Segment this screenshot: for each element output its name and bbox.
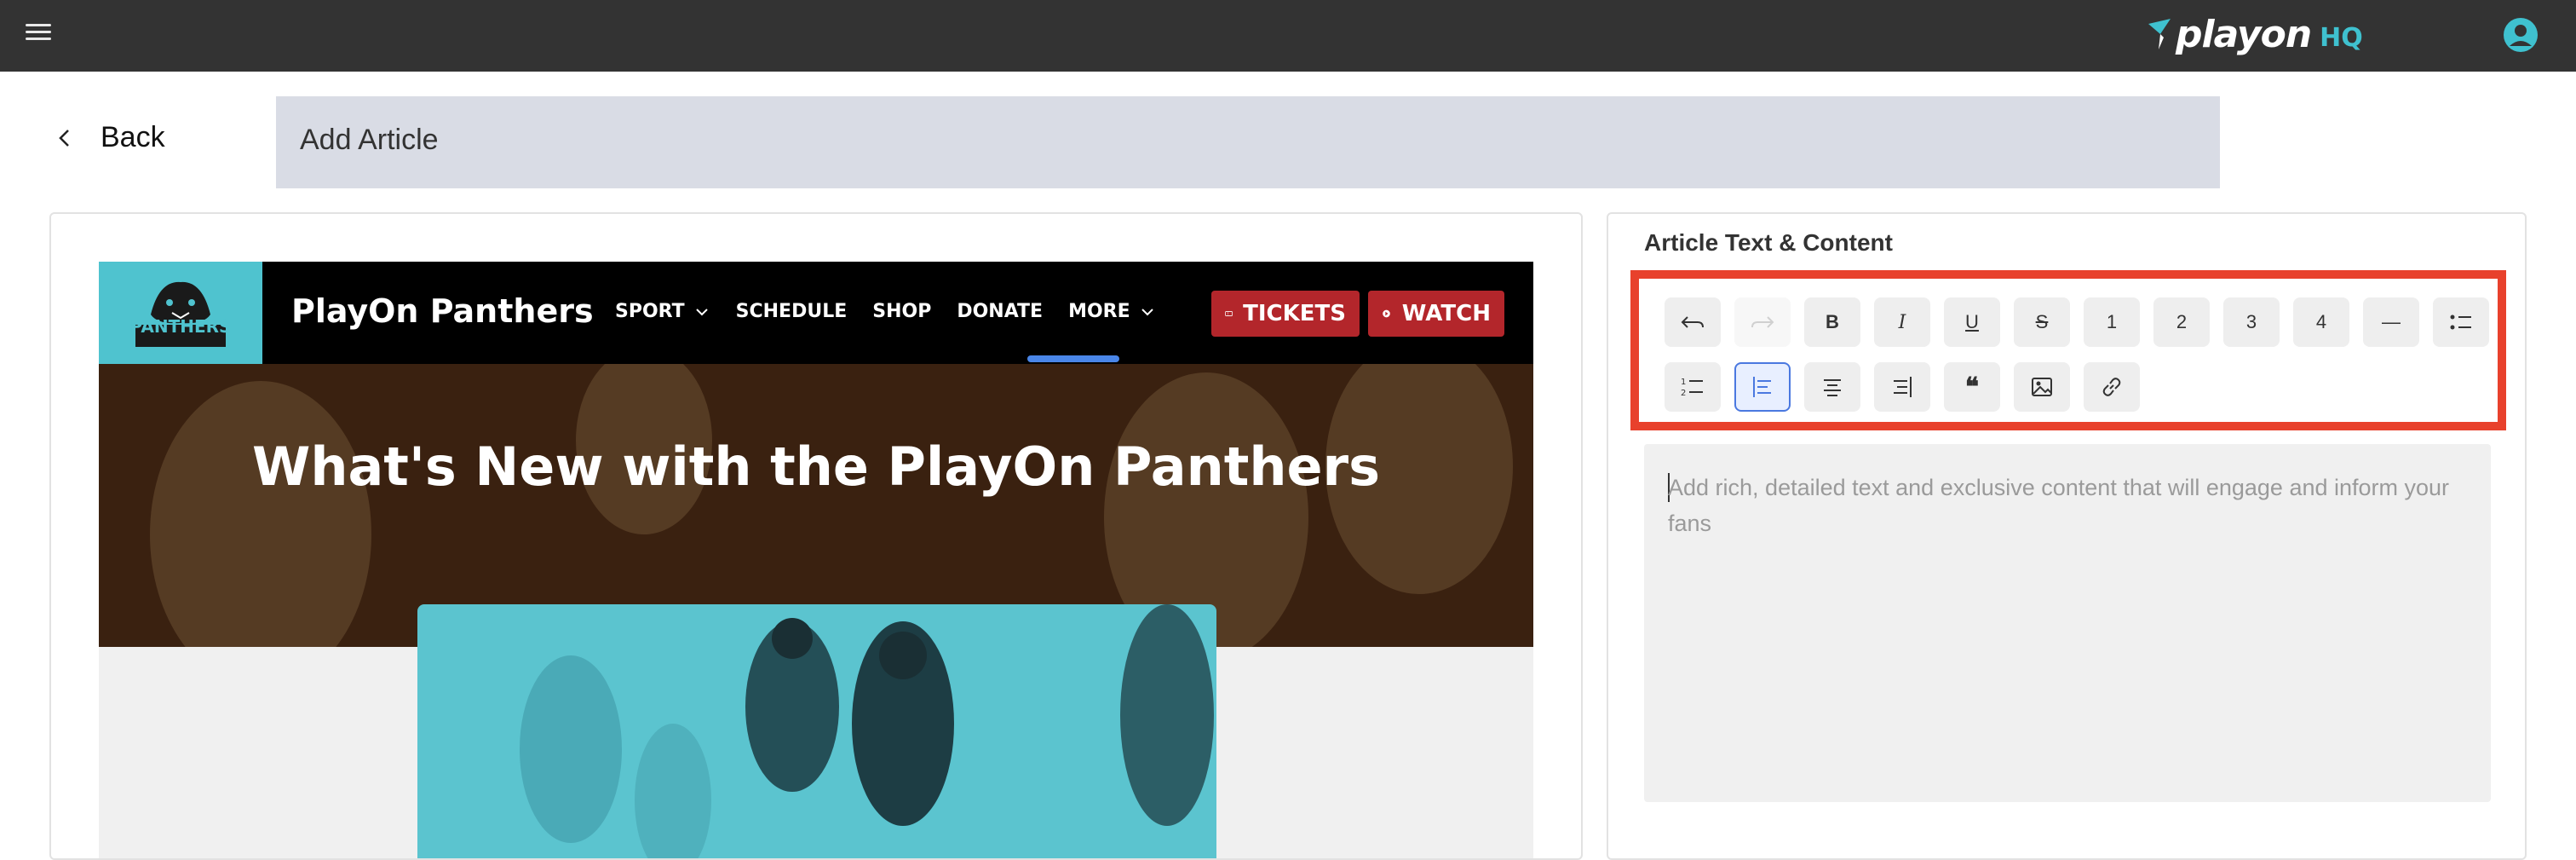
redo-button[interactable] [1734, 297, 1791, 347]
strikethrough-button[interactable]: S [2014, 297, 2070, 347]
insert-link-button[interactable] [2084, 362, 2140, 412]
article-text-editor[interactable]: Add rich, detailed text and exclusive co… [1644, 444, 2491, 802]
site-menu-label: DONATE [957, 301, 1044, 322]
panthers-logo: PANTHERS [99, 262, 262, 364]
italic-icon: I [1898, 311, 1906, 333]
toolbar-highlight-frame: B I U S 1 2 3 4 — 1 2 ❝ [1630, 270, 2506, 430]
site-menu-label: SCHEDULE [735, 301, 848, 322]
watch-button[interactable]: WATCH [1368, 291, 1504, 337]
logo-text: PANTHERS [129, 316, 232, 337]
active-menu-underline [1027, 355, 1119, 362]
toolbar-row-1: B I U S 1 2 3 4 — [1665, 297, 2489, 347]
hero-feature-image [417, 604, 1216, 858]
ticket-icon [1225, 311, 1233, 316]
brand-wordmark: playon [2176, 12, 2312, 56]
underline-button[interactable]: U [1944, 297, 2000, 347]
preview-site-nav: PANTHERS PlayOn Panthers SPORT SCHEDULE … [99, 262, 1533, 364]
heading-1-icon: 1 [2106, 311, 2118, 332]
site-menu-shop[interactable]: SHOP [872, 301, 931, 322]
heading-4-icon: 4 [2315, 311, 2327, 332]
align-left-button[interactable] [1734, 362, 1791, 412]
ordered-list-button[interactable]: 12 [1665, 362, 1721, 412]
panther-mascot-icon [135, 281, 226, 347]
site-preview: PANTHERS PlayOn Panthers SPORT SCHEDULE … [99, 262, 1533, 858]
tickets-label: TICKETS [1243, 301, 1346, 326]
page-title: Add Article [300, 124, 439, 156]
tickets-button[interactable]: TICKETS [1211, 291, 1360, 337]
article-preview-panel: PANTHERS PlayOn Panthers SPORT SCHEDULE … [49, 212, 1583, 860]
align-center-icon [1824, 379, 1841, 396]
heading-3-icon: 3 [2245, 311, 2257, 332]
heading-2-button[interactable]: 2 [2153, 297, 2210, 347]
undo-icon [1681, 316, 1704, 328]
article-editor-panel: Article Text & Content B I U S 1 2 3 4 —… [1607, 212, 2527, 860]
align-right-icon [1894, 377, 1912, 397]
horizontal-rule-icon: — [2382, 311, 2401, 332]
site-menu: SPORT SCHEDULE SHOP DONATE MORE [615, 301, 1156, 322]
blockquote-button[interactable]: ❝ [1944, 362, 2000, 412]
align-right-button[interactable] [1874, 362, 1930, 412]
site-menu-sport[interactable]: SPORT [615, 301, 710, 322]
site-menu-more[interactable]: MORE [1068, 301, 1156, 322]
heading-3-button[interactable]: 3 [2223, 297, 2280, 347]
back-button[interactable]: Back [53, 121, 165, 154]
italic-button[interactable]: I [1874, 297, 1930, 347]
chevron-left-icon [59, 129, 69, 147]
brand-hq-suffix: HQ [2320, 22, 2363, 53]
bullet-list-button[interactable] [2433, 297, 2489, 347]
chevron-down-icon [695, 308, 708, 315]
undo-button[interactable] [1665, 297, 1721, 347]
strikethrough-icon: S [2035, 311, 2049, 332]
site-menu-label: MORE [1068, 301, 1130, 322]
site-menu-donate[interactable]: DONATE [957, 301, 1043, 322]
site-menu-schedule[interactable]: SCHEDULE [736, 301, 848, 322]
bold-button[interactable]: B [1804, 297, 1860, 347]
editor-placeholder: Add rich, detailed text and exclusive co… [1668, 475, 2450, 536]
top-bar: playon HQ [0, 0, 2576, 72]
align-center-button[interactable] [1804, 362, 1860, 412]
link-icon [2102, 378, 2121, 396]
chevron-down-icon [1141, 308, 1153, 315]
watch-label: WATCH [1401, 301, 1491, 326]
article-title-field[interactable]: Add Article [276, 96, 2220, 188]
svg-text:2: 2 [1681, 389, 1686, 398]
user-avatar-icon[interactable] [2503, 17, 2539, 53]
heading-2-icon: 2 [2176, 311, 2188, 332]
site-menu-label: SPORT [615, 301, 685, 322]
insert-image-button[interactable] [2014, 362, 2070, 412]
bold-icon: B [1826, 311, 1839, 332]
site-menu-label: SHOP [872, 301, 932, 322]
bullet-list-icon [2450, 315, 2471, 330]
back-label: Back [101, 121, 165, 153]
ordered-list-icon: 12 [1681, 378, 1703, 398]
toolbar-row-2: 12 ❝ [1665, 362, 2140, 412]
image-icon [2032, 378, 2052, 396]
horizontal-rule-button[interactable]: — [2363, 297, 2419, 347]
heading-1-button[interactable]: 1 [2084, 297, 2140, 347]
play-icon [1383, 309, 1390, 318]
site-name: PlayOn Panthers [291, 292, 594, 330]
redo-icon [1751, 316, 1774, 328]
hero-title: What's New with the PlayOn Panthers [251, 436, 1381, 498]
svg-text:1: 1 [1681, 378, 1686, 387]
brand-logo[interactable]: playon HQ [2147, 9, 2363, 60]
hamburger-menu-icon[interactable] [26, 24, 51, 46]
underline-icon: U [1965, 311, 1979, 332]
section-label: Article Text & Content [1644, 229, 1893, 256]
football-players-image [520, 604, 1214, 858]
hero-player-silhouette [150, 381, 371, 647]
heading-4-button[interactable]: 4 [2293, 297, 2349, 347]
align-left-icon [1753, 377, 1771, 397]
blockquote-icon: ❝ [1964, 372, 1980, 401]
paper-plane-icon [2148, 19, 2171, 49]
